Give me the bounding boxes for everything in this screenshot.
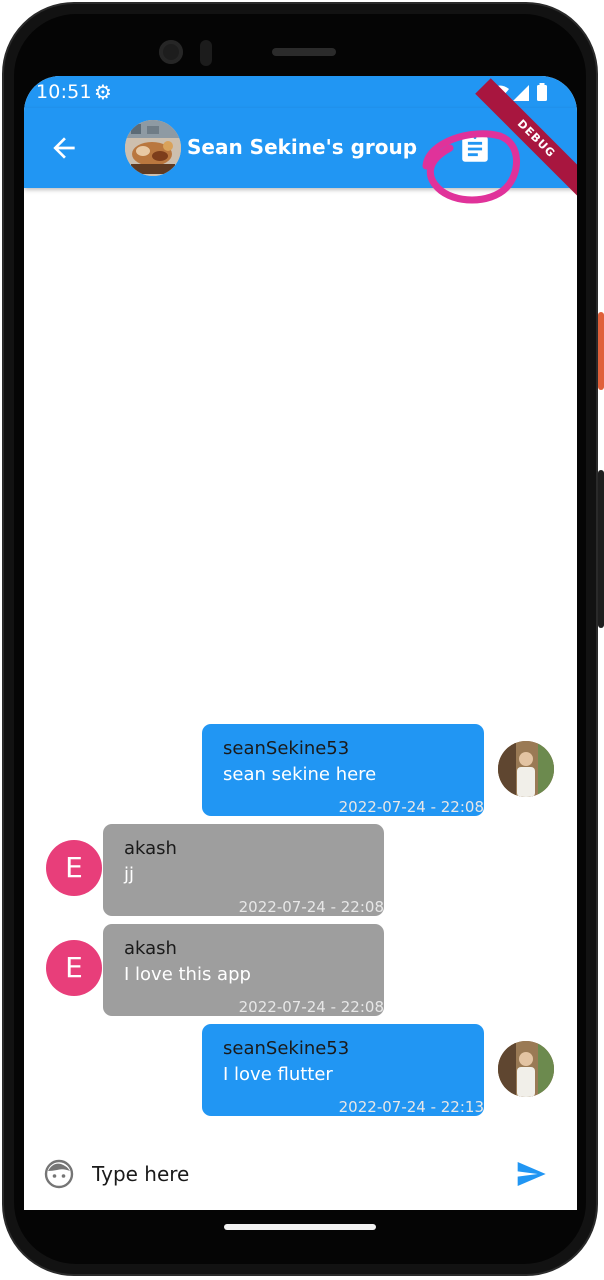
message-sender: seanSekine53 bbox=[223, 738, 350, 759]
sender-avatar[interactable] bbox=[498, 741, 554, 797]
sender-avatar[interactable] bbox=[498, 1041, 554, 1097]
message-input[interactable] bbox=[92, 1156, 492, 1192]
message-composer bbox=[24, 1148, 577, 1204]
group-avatar[interactable] bbox=[125, 120, 181, 176]
volume-button[interactable] bbox=[598, 470, 604, 628]
letter-avatar[interactable]: E bbox=[46, 940, 102, 996]
message-sender: akash bbox=[124, 938, 177, 959]
power-button[interactable] bbox=[598, 312, 604, 390]
emoji-face-icon[interactable] bbox=[43, 1158, 75, 1190]
status-time: 10:51 bbox=[36, 81, 92, 103]
message-bubble-sent[interactable]: seanSekine53 I love flutter 2022-07-24 -… bbox=[202, 1024, 484, 1116]
clipboard-icon[interactable] bbox=[458, 132, 492, 166]
earpiece-speaker bbox=[272, 48, 336, 56]
app-screen: 10:51 ⚙ Sean Sekine's group DEBUG seanSe… bbox=[24, 76, 577, 1210]
message-list[interactable]: seanSekine53 sean sekine here 2022-07-24… bbox=[24, 188, 577, 1128]
user-photo bbox=[498, 1041, 554, 1097]
message-timestamp: 2022-07-24 - 22:08 bbox=[238, 898, 384, 916]
battery-icon bbox=[537, 85, 547, 101]
letter-avatar[interactable]: E bbox=[46, 840, 102, 896]
message-sender: seanSekine53 bbox=[223, 1038, 350, 1059]
send-icon[interactable] bbox=[513, 1158, 549, 1190]
home-gesture-bar[interactable] bbox=[224, 1224, 376, 1230]
message-bubble-received[interactable]: akash I love this app 2022-07-24 - 22:08 bbox=[103, 924, 384, 1016]
arrow-back-icon[interactable] bbox=[48, 132, 80, 164]
chat-title: Sean Sekine's group bbox=[187, 135, 418, 159]
message-sender: akash bbox=[124, 838, 177, 859]
message-timestamp: 2022-07-24 - 22:08 bbox=[238, 998, 384, 1016]
front-camera bbox=[159, 40, 183, 64]
message-bubble-sent[interactable]: seanSekine53 sean sekine here 2022-07-24… bbox=[202, 724, 484, 816]
group-photo bbox=[125, 120, 181, 176]
message-text: I love flutter bbox=[223, 1064, 333, 1085]
message-timestamp: 2022-07-24 - 22:13 bbox=[338, 1098, 484, 1116]
message-text: sean sekine here bbox=[223, 764, 377, 785]
system-nav-bar bbox=[24, 1210, 577, 1250]
gear-icon: ⚙ bbox=[94, 80, 112, 104]
proximity-sensor bbox=[200, 40, 212, 66]
message-text: jj bbox=[124, 864, 135, 885]
message-timestamp: 2022-07-24 - 22:08 bbox=[338, 798, 484, 816]
message-text: I love this app bbox=[124, 964, 251, 985]
user-photo bbox=[498, 741, 554, 797]
message-bubble-received[interactable]: akash jj 2022-07-24 - 22:08 bbox=[103, 824, 384, 916]
signal-icon bbox=[513, 85, 529, 101]
app-bar: Sean Sekine's group DEBUG bbox=[24, 78, 577, 204]
